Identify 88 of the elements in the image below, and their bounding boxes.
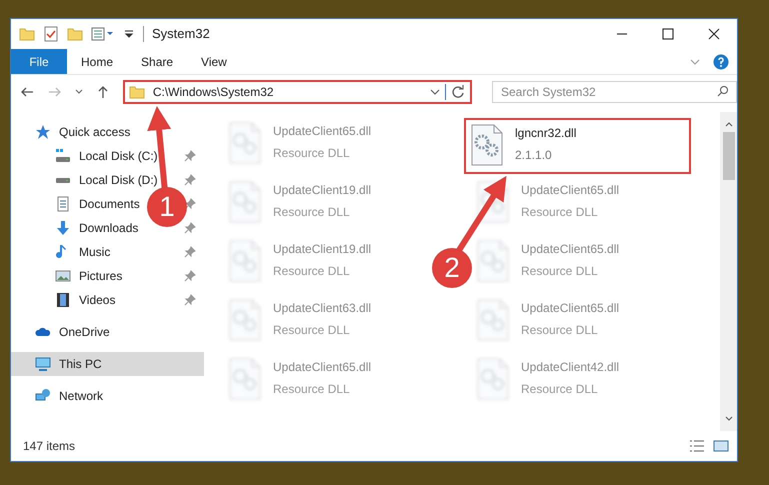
nav-label: OneDrive — [59, 324, 110, 341]
document-icon — [55, 196, 71, 212]
drive-icon — [55, 178, 71, 182]
file-detail: Resource DLL — [273, 322, 351, 339]
folder-icon — [19, 26, 35, 42]
address-bar[interactable]: C:\Windows\System32 — [122, 80, 472, 104]
help-icon — [713, 54, 729, 70]
ribbon-tab[interactable]: Home — [67, 49, 128, 74]
folder-icon — [67, 26, 83, 42]
file-name: UpdateClient19.dll — [273, 241, 372, 258]
properties-icon — [91, 26, 115, 42]
nav-item[interactable]: Pictures — [55, 267, 122, 285]
window-title: System32 — [152, 25, 210, 44]
file-name: UpdateClient65.dll — [521, 182, 620, 199]
nav-label: This PC — [59, 356, 102, 373]
file-detail: Resource DLL — [521, 381, 599, 398]
drive-icon — [55, 148, 71, 164]
file-name: UpdateClient42.dll — [521, 359, 620, 376]
details-view-icon[interactable] — [689, 438, 705, 454]
star-icon — [35, 124, 51, 140]
file-name: UpdateClient65.dll — [273, 359, 372, 376]
nav-label: Documents — [79, 196, 140, 213]
nav-label: Local Disk (C:) — [79, 148, 158, 165]
nav-label: Network — [59, 388, 104, 405]
picture-icon — [55, 268, 71, 284]
download-arrow-icon — [55, 220, 71, 236]
ribbon-tab[interactable]: Share — [127, 49, 188, 74]
gear-file-icon — [477, 299, 509, 341]
nav-item[interactable]: Network — [35, 387, 104, 405]
nav-item[interactable]: Documents — [55, 195, 140, 213]
gear-file-icon — [477, 181, 509, 223]
file-name: UpdateClient19.dll — [273, 182, 372, 199]
file-detail: Resource DLL — [521, 204, 599, 221]
nav-label: Downloads — [79, 220, 138, 237]
file-detail: Resource DLL — [273, 204, 351, 221]
gear-file-icon — [229, 181, 261, 223]
scrollbar[interactable] — [720, 112, 737, 431]
gear-file-icon — [477, 358, 509, 400]
file-tile[interactable]: lgncnr32.dll 2.1.1.0 — [464, 118, 691, 174]
nav-item[interactable]: Videos — [55, 291, 116, 309]
nav-label: Videos — [79, 292, 116, 309]
search-field[interactable]: Search System32 — [492, 80, 737, 102]
dropdown-icon — [123, 28, 135, 40]
close-icon — [708, 28, 720, 40]
gear-file-icon — [471, 124, 503, 166]
tiles-view-icon[interactable] — [713, 438, 729, 454]
item-count: 147 items — [23, 438, 76, 455]
gear-file-icon — [477, 240, 509, 282]
monitor-icon — [35, 356, 51, 372]
file-name: UpdateClient65.dll — [521, 241, 620, 258]
search-icon — [716, 84, 729, 96]
nav-label: Quick access — [59, 124, 130, 141]
gear-file-icon — [229, 122, 261, 164]
ribbon-tab[interactable]: View — [187, 49, 241, 74]
film-icon — [55, 292, 71, 308]
nav-item[interactable]: OneDrive — [35, 323, 110, 341]
checklist-icon — [43, 26, 59, 42]
nav-item[interactable]: Quick access — [35, 123, 130, 141]
refresh-icon[interactable] — [450, 84, 466, 100]
nav-item[interactable]: Downloads — [55, 219, 138, 237]
file-name: UpdateClient65.dll — [273, 123, 372, 140]
nav-label: Pictures — [79, 268, 122, 285]
folder-icon — [128, 84, 145, 100]
address-path: C:\Windows\System32 — [152, 84, 274, 100]
file-name: UpdateClient63.dll — [273, 300, 372, 317]
scrollbar-thumb[interactable] — [722, 132, 734, 180]
file-detail: Resource DLL — [521, 263, 599, 280]
file-name: lgncnr32.dll — [515, 125, 576, 142]
nav-item[interactable]: Local Disk (C:) — [55, 147, 158, 165]
gear-file-icon — [229, 240, 261, 282]
nav-label: Local Disk (D:) — [79, 172, 158, 189]
file-detail: Resource DLL — [273, 263, 351, 280]
nav-label: Music — [79, 244, 110, 261]
chevron-down-icon[interactable] — [74, 88, 83, 96]
nav-item[interactable]: Music — [55, 243, 110, 261]
chevron-up-icon — [724, 120, 732, 128]
file-detail: Resource DLL — [273, 145, 351, 162]
ribbon-tab[interactable]: File — [11, 49, 67, 74]
file-detail: Resource DLL — [521, 322, 599, 339]
file-detail: Resource DLL — [273, 381, 351, 398]
maximize-icon — [662, 28, 674, 40]
gear-file-icon — [229, 299, 261, 341]
chevron-down-icon — [724, 415, 732, 423]
file-name: UpdateClient65.dll — [521, 300, 620, 317]
file-detail: 2.1.1.0 — [515, 147, 553, 164]
nav-item[interactable]: This PC — [35, 355, 102, 373]
nav-item[interactable]: Local Disk (D:) — [55, 171, 158, 189]
gear-file-icon — [229, 358, 261, 400]
